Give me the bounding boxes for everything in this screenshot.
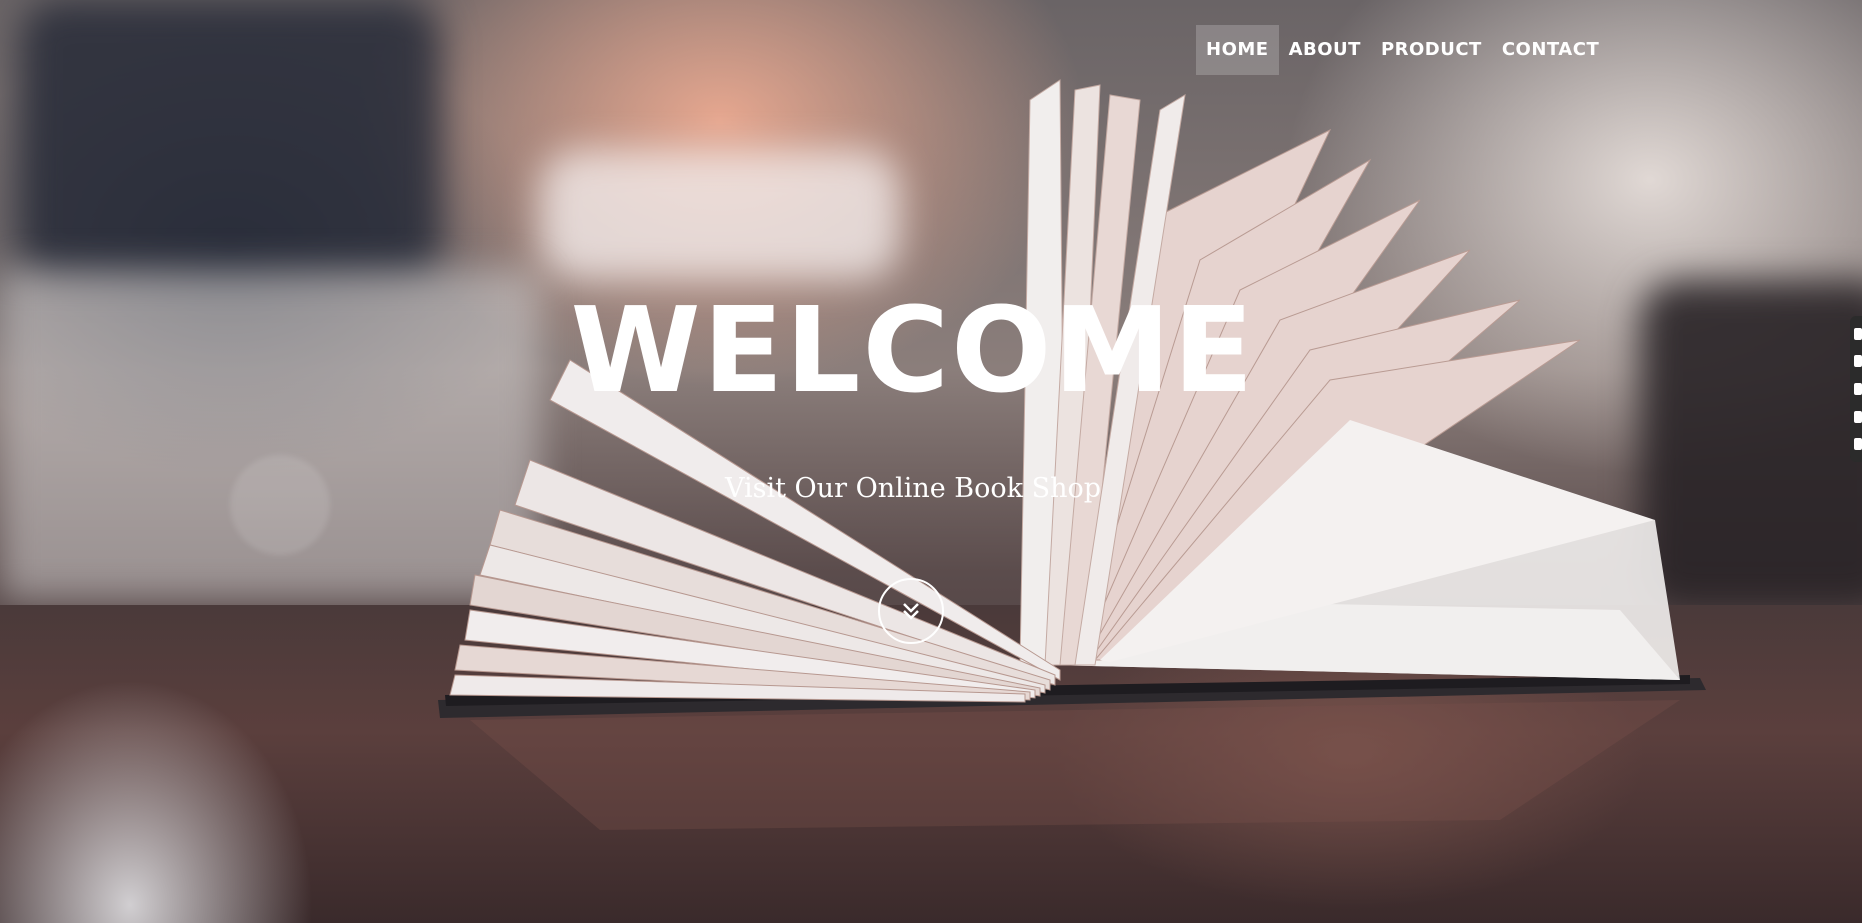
star-icon[interactable]	[1854, 327, 1862, 340]
chevron-double-down-icon	[903, 603, 919, 620]
side-toolbar	[1850, 316, 1862, 462]
hero-subtitle: Visit Our Online Book Shop	[724, 473, 1102, 504]
nav-item-home[interactable]: HOME	[1196, 25, 1279, 75]
nav-item-about[interactable]: ABOUT	[1279, 25, 1371, 75]
gear-icon[interactable]	[1854, 438, 1862, 451]
open-book-image	[438, 79, 1706, 830]
nav-item-contact[interactable]: CONTACT	[1492, 25, 1609, 75]
scroll-down-button[interactable]	[878, 578, 944, 644]
hero-title: WELCOME	[570, 281, 1256, 419]
square-icon[interactable]	[1854, 382, 1862, 395]
square-icon[interactable]	[1854, 355, 1862, 368]
copy-icon[interactable]	[1854, 410, 1862, 423]
hero-section: HOME ABOUT PRODUCT CONTACT WELCOME Visit…	[0, 0, 1862, 923]
main-nav: HOME ABOUT PRODUCT CONTACT	[1196, 25, 1609, 75]
nav-item-product[interactable]: PRODUCT	[1371, 25, 1492, 75]
